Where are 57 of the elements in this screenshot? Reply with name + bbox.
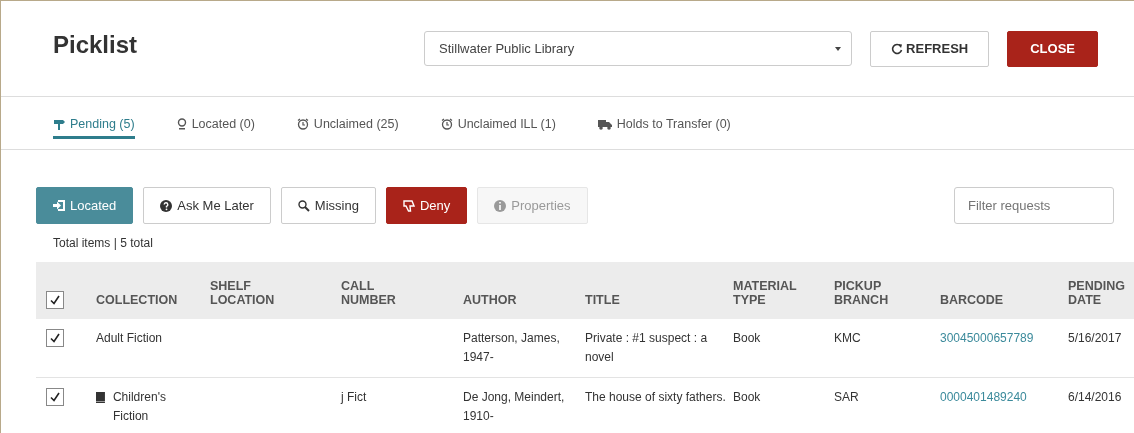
table-cell: Book (733, 390, 761, 404)
table-cell-text: Children's Fiction (112, 389, 167, 425)
info-icon (494, 199, 507, 212)
checkmark-icon (50, 295, 60, 305)
filter-field[interactable]: Filter requests (954, 187, 1114, 224)
missing-button[interactable]: Missing (280, 187, 376, 224)
table-cell: Book (733, 331, 761, 345)
alarm-clock-icon (440, 118, 453, 130)
alarm-clock-icon (296, 118, 309, 130)
table-cell: De Jong, Meindert, 1910- (463, 390, 565, 423)
table-cell: Patterson, James, 1947- (463, 331, 560, 364)
sign-in-icon (53, 200, 65, 211)
table-cell: 6/14/2016 (1068, 390, 1122, 404)
tab[interactable]: Unclaimed (25) (296, 113, 399, 139)
tab[interactable]: Unclaimed ILL (1) (440, 113, 556, 139)
column-header: AUTHOR (463, 293, 517, 307)
barcode-link[interactable]: 0000401489240 (940, 390, 1027, 404)
column-header: TITLE (585, 293, 620, 307)
column-header: COLLECTION (96, 293, 178, 307)
question-circle-icon (160, 199, 173, 212)
table-cell: 5/16/2017 (1068, 331, 1122, 345)
table-cell-text: Adult Fiction (96, 330, 163, 347)
dropdown-caret-icon (835, 46, 842, 51)
branch-select[interactable]: Stillwater Public Library (424, 31, 853, 66)
column-header: BARCODE (940, 293, 1004, 307)
tab[interactable]: Pending (5) (53, 113, 135, 139)
column-header: SHELF LOCATION (210, 279, 276, 307)
column-header: MATERIAL TYPE (733, 279, 798, 307)
located-button[interactable]: Located (36, 187, 134, 224)
tab[interactable]: Holds to Transfer (0) (597, 113, 731, 139)
table-cell: The house of sixty fathers. (585, 390, 726, 404)
table-cell: SAR (834, 390, 859, 404)
ask-later-button[interactable]: Ask Me Later (143, 187, 271, 224)
signpost-icon (53, 118, 65, 130)
row-checkbox[interactable] (46, 388, 64, 406)
column-header: PICKUP BRANCH (834, 279, 890, 307)
truck-icon (597, 118, 612, 130)
tab[interactable]: Located (0) (176, 113, 255, 139)
checkmark-icon (50, 333, 60, 343)
barcode-link[interactable]: 30045000657789 (940, 331, 1034, 345)
row-checkbox[interactable] (46, 329, 64, 347)
select-all-checkbox[interactable] (46, 291, 64, 309)
close-button[interactable]: CLOSE (1007, 30, 1098, 67)
checkmark-icon (50, 392, 60, 402)
table-cell: Private : #1 suspect : a novel (585, 331, 708, 364)
table-cell: KMC (834, 331, 861, 345)
total-items-text: Total items | 5 total (52, 235, 154, 250)
column-header: PENDING DATE (1068, 279, 1126, 307)
refresh-button[interactable]: REFRESH (870, 30, 990, 67)
table-cell: j Fict (341, 390, 367, 404)
book-icon (96, 392, 105, 403)
deny-button[interactable]: Deny (385, 187, 468, 224)
search-icon (297, 199, 310, 212)
refresh-icon (891, 42, 904, 55)
column-header: CALL NUMBER (341, 279, 397, 307)
thumbs-down-icon (402, 199, 415, 212)
page-title: Picklist (53, 30, 139, 59)
